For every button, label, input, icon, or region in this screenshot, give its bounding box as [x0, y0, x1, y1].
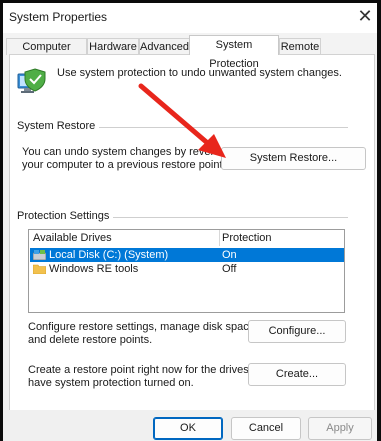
screen-frame-right: [377, 0, 381, 441]
intro-text: Use system protection to undo unwanted s…: [57, 67, 342, 79]
configure-text-line1: Configure restore settings, manage disk …: [28, 321, 258, 333]
system-drive-icon: [33, 250, 46, 260]
system-protection-icon: [17, 68, 46, 93]
drive-protection: Off: [222, 263, 237, 275]
column-header-protection[interactable]: Protection: [222, 230, 272, 246]
tab-remote[interactable]: Remote: [279, 38, 321, 55]
create-text-line2: have system protection turned on.: [28, 377, 194, 389]
system-restore-group-label: System Restore: [17, 120, 100, 132]
drives-list[interactable]: Available Drives Protection Local Disk (…: [28, 229, 345, 313]
tab-hardware[interactable]: Hardware: [87, 38, 139, 55]
tab-strip: Computer Name Hardware Advanced System P…: [3, 35, 377, 70]
drive-name: Local Disk (C:) (System): [49, 249, 169, 261]
drive-protection: On: [222, 249, 237, 261]
protection-settings-group-label: Protection Settings: [17, 210, 114, 222]
tab-system-protection[interactable]: System Protection: [189, 35, 279, 70]
drive-name: Windows RE tools: [49, 263, 139, 275]
cancel-button[interactable]: Cancel: [231, 417, 301, 440]
column-separator: [219, 230, 220, 246]
column-header-drives[interactable]: Available Drives: [33, 230, 112, 246]
create-text-line1: Create a restore point right now for the…: [28, 364, 271, 376]
tab-advanced[interactable]: Advanced: [139, 38, 190, 55]
drive-row[interactable]: Windows RE tools Off: [30, 262, 344, 276]
system-restore-button[interactable]: System Restore...: [221, 147, 366, 170]
ok-button[interactable]: OK: [153, 417, 223, 440]
apply-button[interactable]: Apply: [308, 417, 372, 440]
screen-frame-left: [0, 0, 3, 441]
tab-computer-name[interactable]: Computer Name: [6, 38, 87, 69]
configure-button[interactable]: Configure...: [248, 320, 346, 343]
folder-icon: [33, 264, 46, 274]
drive-row[interactable]: Local Disk (C:) (System) On: [30, 248, 344, 262]
configure-text-line2: and delete restore points.: [28, 334, 153, 346]
create-button[interactable]: Create...: [248, 363, 346, 386]
screen-frame-top: [0, 0, 381, 3]
close-icon[interactable]: ✕: [355, 6, 375, 26]
system-restore-text-line1: You can undo system changes by reverting: [22, 146, 232, 158]
window-title: System Properties: [9, 10, 108, 24]
system-restore-text-line2: your computer to a previous restore poin…: [22, 159, 226, 171]
